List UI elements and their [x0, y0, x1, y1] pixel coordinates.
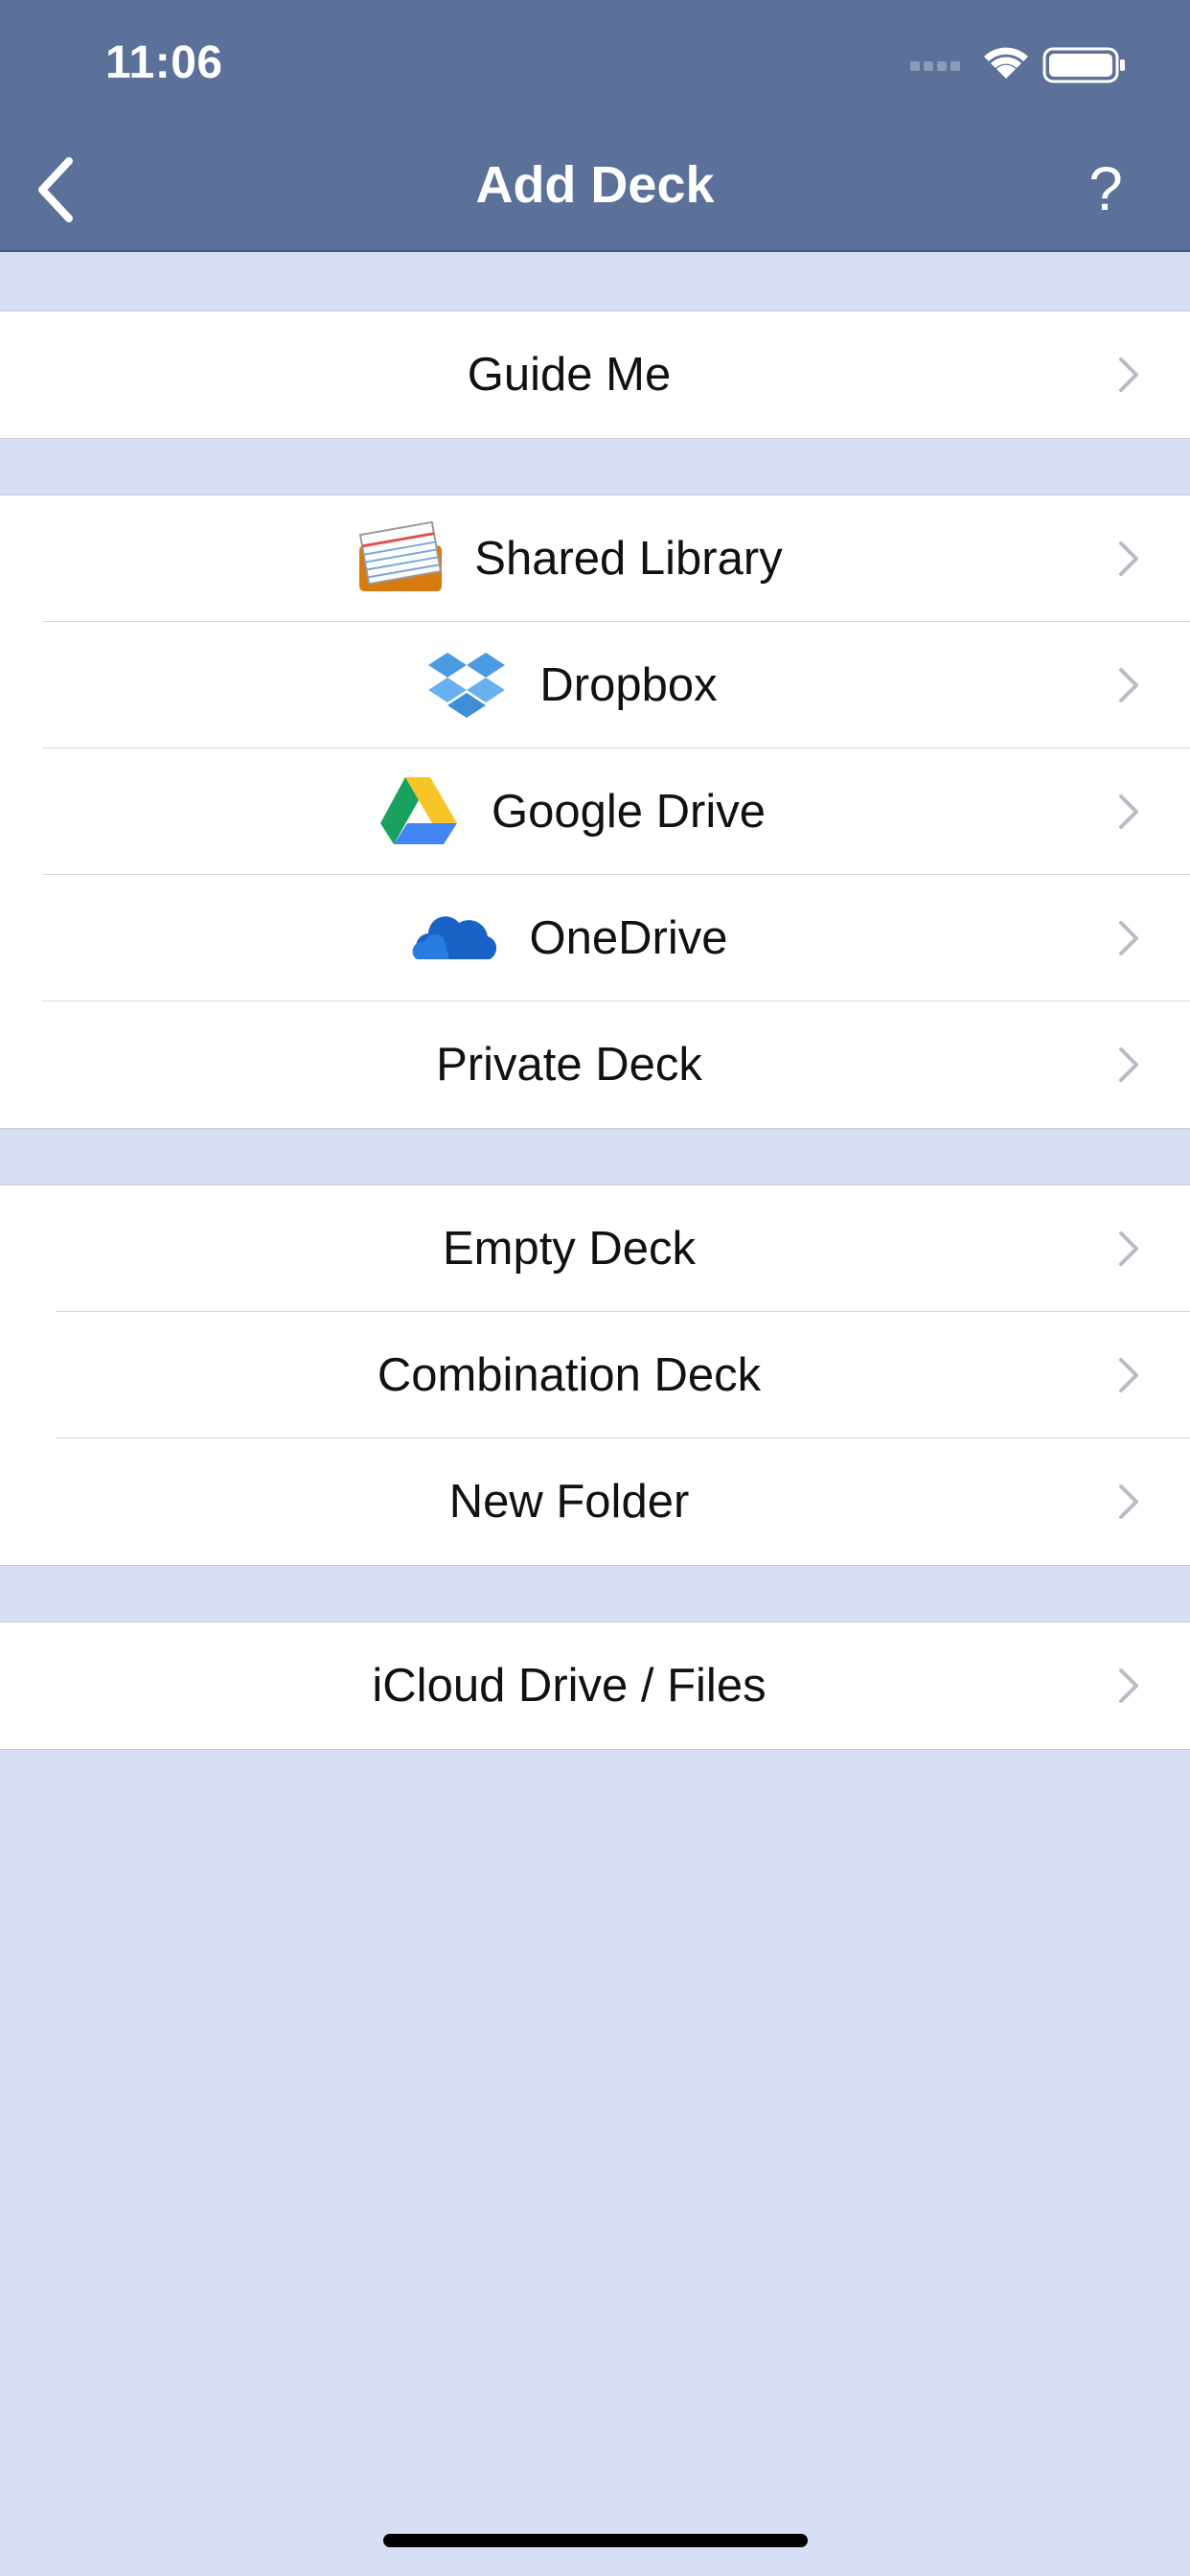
home-indicator[interactable] [383, 2534, 808, 2547]
onedrive-row[interactable]: OneDrive [0, 875, 1190, 1001]
row-label: Dropbox [539, 659, 718, 711]
combination-deck-row[interactable]: Combination Deck [0, 1312, 1190, 1438]
google-drive-icon [380, 777, 458, 844]
row-label: Private Deck [436, 1039, 702, 1091]
chevron-right-icon [1119, 921, 1138, 955]
chevron-right-icon [1119, 541, 1138, 576]
group-sources: Shared Library Dropbox Google Drive OneD… [0, 494, 1190, 1129]
chevron-right-icon [1119, 1668, 1138, 1703]
wifi-icon [984, 47, 1028, 79]
private-deck-row[interactable]: Private Deck [0, 1001, 1190, 1128]
page-title: Add Deck [475, 156, 715, 214]
row-label: Google Drive [492, 786, 766, 838]
shared-library-row[interactable]: Shared Library [0, 495, 1190, 622]
dropbox-icon [428, 653, 506, 718]
group-files: iCloud Drive / Files [0, 1622, 1190, 1750]
onedrive-icon [412, 916, 496, 959]
group-guide: Guide Me [0, 310, 1190, 439]
signal-icon [910, 61, 960, 71]
dropbox-row[interactable]: Dropbox [0, 622, 1190, 748]
new-folder-row[interactable]: New Folder [0, 1438, 1190, 1565]
row-label: OneDrive [529, 912, 728, 964]
chevron-right-icon [1119, 1484, 1138, 1519]
icloud-drive-files-row[interactable]: iCloud Drive / Files [0, 1622, 1190, 1749]
help-button[interactable]: ? [1077, 153, 1134, 224]
row-label: Combination Deck [377, 1349, 762, 1401]
flashcards-icon [359, 520, 443, 591]
row-label: Shared Library [474, 533, 783, 585]
chevron-right-icon [1119, 1231, 1138, 1266]
status-icons [910, 47, 1125, 83]
empty-deck-row[interactable]: Empty Deck [0, 1185, 1190, 1312]
chevron-right-icon [1119, 794, 1138, 829]
guide-me-row[interactable]: Guide Me [0, 311, 1190, 438]
navigation-bar: 11:06 Add Deck ? [0, 0, 1190, 252]
chevron-right-icon [1119, 668, 1138, 702]
row-label: iCloud Drive / Files [372, 1660, 767, 1712]
google-drive-row[interactable]: Google Drive [0, 748, 1190, 875]
row-label: Guide Me [467, 349, 672, 401]
row-label: New Folder [448, 1476, 690, 1528]
chevron-right-icon [1119, 1358, 1138, 1392]
row-label: Empty Deck [442, 1223, 697, 1275]
group-create: Empty Deck Combination Deck New Folder [0, 1184, 1190, 1566]
chevron-right-icon [1119, 1047, 1138, 1082]
status-time: 11:06 [105, 37, 223, 88]
chevron-right-icon [1119, 357, 1138, 392]
battery-icon [1042, 47, 1125, 83]
